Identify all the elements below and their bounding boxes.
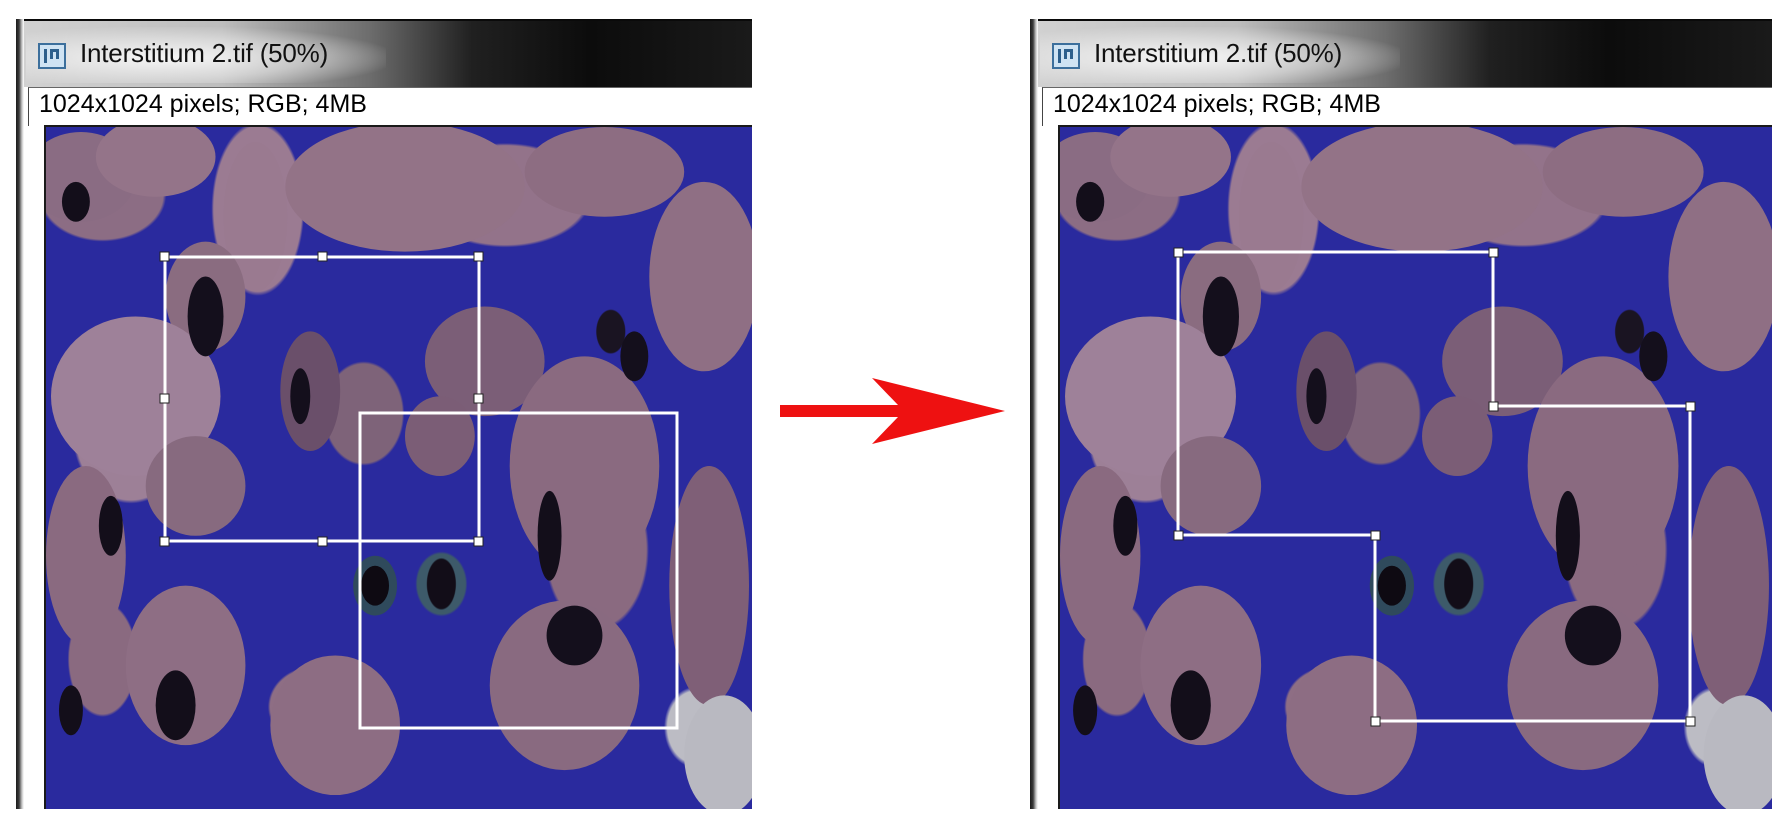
roi-handle[interactable] xyxy=(1370,716,1381,727)
roi-handle[interactable] xyxy=(473,393,484,404)
tissue-image xyxy=(1060,127,1772,809)
roi-handle[interactable] xyxy=(159,536,170,547)
roi-handle[interactable] xyxy=(473,251,484,262)
image-canvas[interactable] xyxy=(44,125,752,809)
image-window-right: Interstitium 2.tif (50%) 1024x1024 pixel… xyxy=(1030,19,1772,809)
imagej-icon[interactable] xyxy=(38,43,66,69)
roi-handle[interactable] xyxy=(317,251,328,262)
image-info-bar: 1024x1024 pixels; RGB; 4MB xyxy=(28,87,752,126)
roi-handle[interactable] xyxy=(1370,530,1381,541)
roi-handle[interactable] xyxy=(317,536,328,547)
image-info-text: 1024x1024 pixels; RGB; 4MB xyxy=(39,90,367,118)
roi-handle[interactable] xyxy=(1685,401,1696,412)
roi-handle[interactable] xyxy=(1173,247,1184,258)
image-info-bar: 1024x1024 pixels; RGB; 4MB xyxy=(1042,87,1772,126)
window-title: Interstitium 2.tif (50%) xyxy=(1094,38,1343,68)
image-info-text: 1024x1024 pixels; RGB; 4MB xyxy=(1053,90,1381,118)
window-title: Interstitium 2.tif (50%) xyxy=(80,38,329,68)
window-frame-edge xyxy=(1030,19,1038,809)
window-frame-edge xyxy=(16,19,24,809)
tissue-image xyxy=(46,127,752,809)
image-canvas[interactable] xyxy=(1058,125,1772,809)
roi-handle[interactable] xyxy=(1488,247,1499,258)
roi-handle[interactable] xyxy=(1685,716,1696,727)
window-titlebar[interactable]: Interstitium 2.tif (50%) xyxy=(1030,19,1772,87)
roi-handle[interactable] xyxy=(473,536,484,547)
window-titlebar[interactable]: Interstitium 2.tif (50%) xyxy=(16,19,752,87)
red-arrow-icon xyxy=(780,378,1005,444)
imagej-icon[interactable] xyxy=(1052,43,1080,69)
roi-handle[interactable] xyxy=(159,251,170,262)
roi-handle[interactable] xyxy=(159,393,170,404)
roi-handle[interactable] xyxy=(1173,530,1184,541)
roi-handle[interactable] xyxy=(1488,401,1499,412)
